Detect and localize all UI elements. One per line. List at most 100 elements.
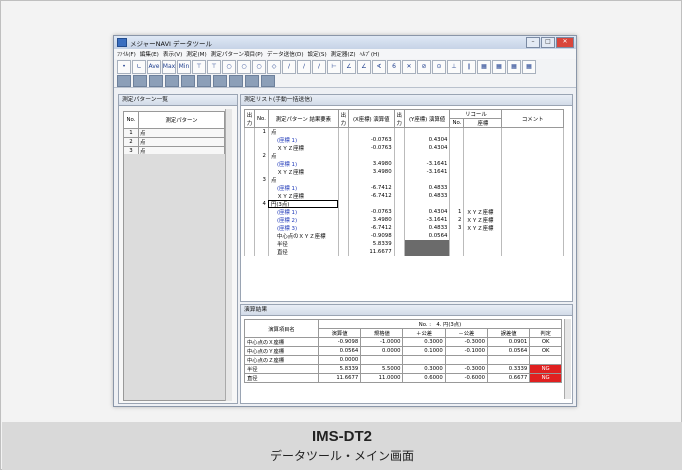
cell-no: 4 bbox=[253, 200, 269, 208]
toolbar-tool-icon[interactable]: ○ bbox=[222, 59, 236, 74]
toolbar-tool-icon[interactable]: ▦ bbox=[477, 59, 491, 74]
toolbar-tool-icon[interactable]: ▦ bbox=[522, 59, 536, 74]
measurement-row[interactable]: 直径 11.6677 bbox=[244, 248, 564, 256]
measurement-row[interactable]: (座標 1) -0.0763 0.4304 bbox=[244, 136, 564, 144]
maximize-button[interactable]: □ bbox=[541, 37, 555, 48]
cell-empty bbox=[244, 248, 255, 256]
toolbar-grid-icon[interactable] bbox=[165, 74, 179, 87]
calc-row[interactable]: 半径 5.8339 5.5000 0.3000 -0.3000 0.3339 NG bbox=[244, 364, 562, 374]
toolbar-tool-icon[interactable]: ▦ bbox=[507, 59, 521, 74]
cell-no: 1 bbox=[253, 127, 269, 136]
cell-rno: 2 bbox=[449, 216, 465, 224]
toolbar-grid-icon[interactable] bbox=[213, 74, 227, 87]
toolbar-tool-icon[interactable]: ∕ bbox=[282, 59, 296, 74]
cell-empty bbox=[501, 240, 564, 248]
measurement-row[interactable]: 4 円(3点) bbox=[244, 200, 564, 208]
measurement-row[interactable]: (座標 1) -0.0763 0.4304 1 ＸＹＺ座標 bbox=[244, 208, 564, 216]
toolbar-tool-icon[interactable]: ∠ bbox=[342, 59, 356, 74]
cell-y: 0.4304 bbox=[403, 208, 451, 216]
measurement-row[interactable]: 2点 bbox=[244, 152, 564, 160]
calc-item-name: 直径 bbox=[244, 373, 319, 383]
toolbar-grid-icon[interactable] bbox=[245, 74, 259, 87]
close-button[interactable]: ✕ bbox=[556, 37, 574, 48]
pattern-list-scrollbar[interactable] bbox=[225, 109, 232, 401]
calc-row[interactable]: 中心点のＸ座標 -0.9098 -1.0000 0.3000 -0.3000 0.0901… bbox=[244, 337, 562, 347]
cell-rc bbox=[463, 160, 503, 168]
toolbar-tool-icon[interactable]: ⊤ bbox=[192, 59, 206, 74]
menu-item[interactable]: 測定器(Z) bbox=[331, 50, 356, 58]
calc-value: 0.1000 bbox=[402, 346, 446, 356]
toolbar-tool-icon[interactable]: ○ bbox=[252, 59, 266, 74]
toolbar-tool-icon[interactable]: ∢ bbox=[372, 59, 386, 74]
menu-item[interactable]: 測定(M) bbox=[186, 50, 206, 58]
calc-value bbox=[402, 355, 446, 365]
pattern-no: 1 bbox=[123, 128, 139, 138]
calc-result-scrollbar[interactable] bbox=[564, 319, 571, 399]
toolbar-tool-icon[interactable]: ⊙ bbox=[432, 59, 446, 74]
cell-y bbox=[403, 200, 451, 208]
measurement-row[interactable]: (座標 1) -6.7412 0.4833 bbox=[244, 184, 564, 192]
menu-item[interactable]: 設定(S) bbox=[308, 50, 327, 58]
toolbar-tool-icon[interactable]: Min bbox=[177, 59, 191, 74]
toolbar-tool-icon[interactable]: ⊘ bbox=[417, 59, 431, 74]
cell-empty bbox=[244, 168, 255, 176]
cell-x: 3.4980 bbox=[347, 160, 395, 168]
measurement-row[interactable]: (座標 3) -6.7412 0.4833 3 ＸＹＺ座標 bbox=[244, 224, 564, 232]
toolbar-tool-icon[interactable]: Ave bbox=[147, 59, 161, 74]
cell-no bbox=[253, 184, 269, 192]
menu-item[interactable]: 表示(V) bbox=[163, 50, 182, 58]
measurement-row[interactable]: ＸＹＺ座標 -0.0763 0.4304 bbox=[244, 144, 564, 152]
cell-name: 半径 bbox=[267, 240, 339, 248]
toolbar-tool-icon[interactable]: • bbox=[117, 59, 131, 74]
measurement-row[interactable]: 中心点のＸＹＺ座標 -0.9098 0.0564 bbox=[244, 232, 564, 240]
measurement-row[interactable]: ＸＹＺ座標 -6.7412 0.4833 bbox=[244, 192, 564, 200]
toolbar-tool-icon[interactable]: ○ bbox=[237, 59, 251, 74]
calc-row[interactable]: 中心点のＺ座標 0.0000 bbox=[244, 355, 562, 365]
toolbar-tool-icon[interactable]: Max bbox=[162, 59, 176, 74]
toolbar-tool-icon[interactable]: 6 bbox=[387, 59, 401, 74]
toolbar-grid-icon[interactable] bbox=[261, 74, 275, 87]
measurement-row[interactable]: 半径 5.8339 bbox=[244, 240, 564, 248]
toolbar-grid-icon[interactable] bbox=[133, 74, 147, 87]
toolbar-grid-icon[interactable] bbox=[181, 74, 195, 87]
toolbar-tool-icon[interactable]: ◇ bbox=[267, 59, 281, 74]
toolbar-secondary bbox=[114, 74, 576, 88]
toolbar-tool-icon[interactable]: ∠ bbox=[357, 59, 371, 74]
cell-empty bbox=[244, 192, 255, 200]
toolbar-grid-icon[interactable] bbox=[229, 74, 243, 87]
toolbar-tool-icon[interactable]: ✕ bbox=[402, 59, 416, 74]
toolbar-tool-icon[interactable]: ∟ bbox=[132, 59, 146, 74]
toolbar-tool-icon[interactable]: ⊤ bbox=[207, 59, 221, 74]
measurement-row[interactable]: 3点 bbox=[244, 176, 564, 184]
toolbar-tool-icon[interactable]: ⊢ bbox=[327, 59, 341, 74]
menu-item[interactable]: ﾍﾙﾌﾟ(H) bbox=[360, 50, 380, 58]
measurement-row[interactable]: 1点 bbox=[244, 127, 564, 136]
cell-no bbox=[253, 248, 269, 256]
minimize-button[interactable]: – bbox=[526, 37, 540, 48]
cell-empty bbox=[501, 224, 564, 232]
menu-item[interactable]: データ送信(D) bbox=[267, 50, 304, 58]
menu-item[interactable]: 測定パターン項目(P) bbox=[211, 50, 263, 58]
menu-item[interactable]: 編集(E) bbox=[140, 50, 159, 58]
toolbar-tool-icon[interactable]: ▦ bbox=[492, 59, 506, 74]
measurement-row[interactable]: ＸＹＺ座標 3.4980 -3.1641 bbox=[244, 168, 564, 176]
calc-row[interactable]: 中心点のＹ座標 0.0564 0.0000 0.1000 -0.1000 0.0564 OK bbox=[244, 346, 562, 356]
menu-item[interactable]: ﾌｧｲﾙ(F) bbox=[117, 50, 136, 58]
calc-col-header: 演算値 bbox=[317, 328, 362, 338]
cell-name: 円(3点) bbox=[267, 200, 339, 208]
toolbar-grid-icon[interactable] bbox=[117, 74, 131, 87]
measurement-row[interactable]: (座標 2) 3.4980 -3.1641 2 ＸＹＺ座標 bbox=[244, 216, 564, 224]
toolbar-tool-icon[interactable]: ∥ bbox=[462, 59, 476, 74]
toolbar-tool-icon[interactable]: ⊥ bbox=[447, 59, 461, 74]
toolbar-grid-icon[interactable] bbox=[197, 74, 211, 87]
pattern-row[interactable]: 2点 bbox=[123, 137, 225, 147]
calc-row[interactable]: 直径 11.6677 11.0000 0.6000 -0.6000 0.6677 NG bbox=[244, 373, 562, 383]
cell-x: 11.6677 bbox=[347, 248, 395, 256]
toolbar-grid-icon[interactable] bbox=[149, 74, 163, 87]
pattern-row[interactable]: 1点 bbox=[123, 128, 225, 138]
toolbar-tool-icon[interactable]: ∕ bbox=[312, 59, 326, 74]
measurement-row[interactable]: (座標 1) 3.4980 -3.1641 bbox=[244, 160, 564, 168]
cell-empty bbox=[244, 136, 255, 144]
toolbar-tool-icon[interactable]: ∕ bbox=[297, 59, 311, 74]
calc-value: 5.8339 bbox=[317, 364, 362, 374]
